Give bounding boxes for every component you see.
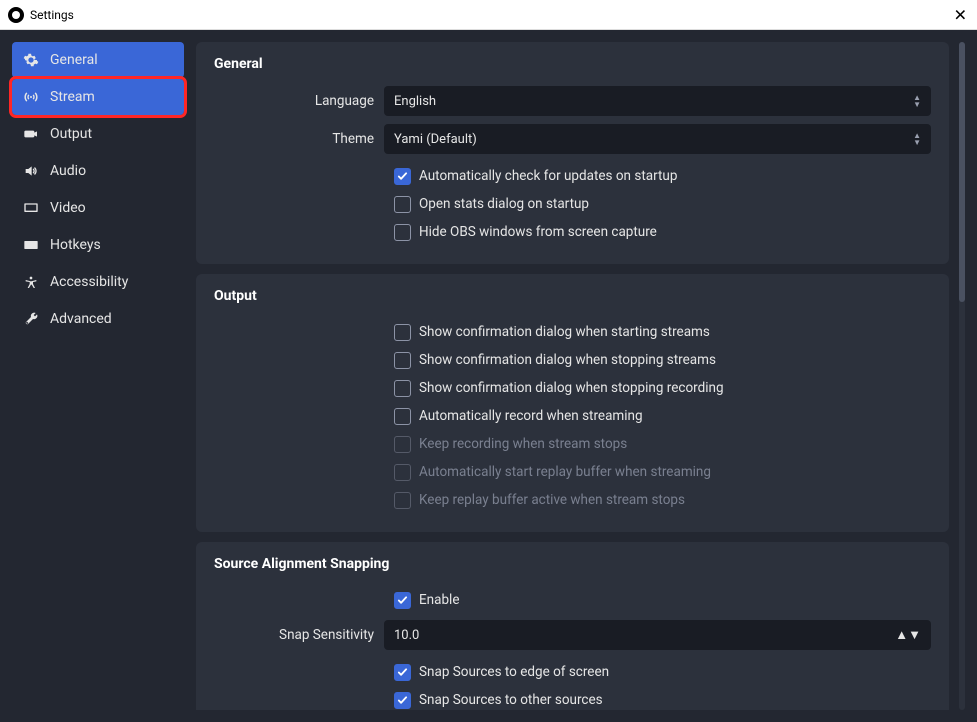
- sidebar-item-label: Accessibility: [50, 274, 128, 290]
- checkbox-confirm-stop-stream[interactable]: [394, 352, 411, 369]
- camcorder-icon: [22, 125, 40, 143]
- label-language: Language: [214, 93, 384, 109]
- row-theme: Theme Yami (Default) ▲▼: [214, 124, 931, 154]
- checkbox-snap-sources[interactable]: [394, 692, 411, 709]
- label-snap-edge: Snap Sources to edge of screen: [419, 664, 609, 680]
- row-confirm-start-stream: Show confirmation dialog when starting s…: [214, 318, 931, 346]
- label-auto-replay-buffer: Automatically start replay buffer when s…: [419, 464, 711, 480]
- row-confirm-stop-recording: Show confirmation dialog when stopping r…: [214, 374, 931, 402]
- monitor-icon: [22, 199, 40, 217]
- snap-sensitivity-value: 10.0: [394, 628, 419, 643]
- group-title-output: Output: [214, 288, 931, 304]
- settings-sidebar: General Stream Output Audio Video Hotkeys Acce…: [12, 42, 184, 710]
- sidebar-item-advanced[interactable]: Advanced: [12, 301, 184, 337]
- app-body: General Stream Output Audio Video Hotkeys Acce…: [0, 30, 977, 722]
- app-icon: [8, 7, 24, 23]
- checkbox-keep-recording: [394, 436, 411, 453]
- sidebar-item-hotkeys[interactable]: Hotkeys: [12, 227, 184, 263]
- group-snapping: Source Alignment Snapping Enable Snap Se…: [196, 542, 949, 710]
- sidebar-item-stream[interactable]: Stream: [12, 79, 184, 115]
- row-hide-windows: Hide OBS windows from screen capture: [214, 218, 931, 246]
- sidebar-item-audio[interactable]: Audio: [12, 153, 184, 189]
- group-output: Output Show confirmation dialog when sta…: [196, 274, 949, 532]
- select-theme-value: Yami (Default): [394, 132, 477, 147]
- close-icon[interactable]: ✕: [954, 5, 967, 24]
- updown-icon: ▲▼: [913, 132, 921, 146]
- label-theme: Theme: [214, 131, 384, 147]
- settings-content: General Language English ▲▼ Theme Yam: [196, 42, 953, 710]
- row-snap-edge: Snap Sources to edge of screen: [214, 658, 931, 686]
- select-language[interactable]: English ▲▼: [384, 86, 931, 116]
- row-snap-enable: Enable: [214, 586, 931, 614]
- checkbox-keep-replay-buffer: [394, 492, 411, 509]
- content-wrap: General Language English ▲▼ Theme Yam: [196, 42, 965, 710]
- checkbox-snap-edge[interactable]: [394, 664, 411, 681]
- sidebar-item-label: Stream: [50, 89, 95, 105]
- sidebar-item-general[interactable]: General: [12, 42, 184, 78]
- checkbox-auto-replay-buffer: [394, 464, 411, 481]
- label-auto-update: Automatically check for updates on start…: [419, 168, 677, 184]
- sidebar-item-video[interactable]: Video: [12, 190, 184, 226]
- label-snap-sources: Snap Sources to other sources: [419, 692, 603, 708]
- checkbox-snap-enable[interactable]: [394, 592, 411, 609]
- group-title-general: General: [214, 56, 931, 72]
- updown-icon: ▲▼: [913, 94, 921, 108]
- select-language-value: English: [394, 94, 436, 109]
- checkbox-auto-record-streaming[interactable]: [394, 408, 411, 425]
- antenna-icon: [22, 88, 40, 106]
- scrollbar-thumb[interactable]: [959, 42, 965, 302]
- row-keep-replay-buffer: Keep replay buffer active when stream st…: [214, 486, 931, 514]
- sidebar-item-label: Advanced: [50, 311, 112, 327]
- label-confirm-stop-recording: Show confirmation dialog when stopping r…: [419, 380, 724, 396]
- accessibility-icon: [22, 273, 40, 291]
- label-snap-sensitivity: Snap Sensitivity: [214, 627, 384, 643]
- sidebar-item-output[interactable]: Output: [12, 116, 184, 152]
- row-confirm-stop-stream: Show confirmation dialog when stopping s…: [214, 346, 931, 374]
- label-confirm-start-stream: Show confirmation dialog when starting s…: [419, 324, 710, 340]
- group-title-snapping: Source Alignment Snapping: [214, 556, 931, 572]
- checkbox-hide-windows[interactable]: [394, 224, 411, 241]
- label-keep-recording: Keep recording when stream stops: [419, 436, 627, 452]
- keyboard-icon: [22, 236, 40, 254]
- label-open-stats: Open stats dialog on startup: [419, 196, 589, 212]
- content-scrollbar[interactable]: [959, 42, 965, 710]
- row-auto-update: Automatically check for updates on start…: [214, 162, 931, 190]
- row-keep-recording: Keep recording when stream stops: [214, 430, 931, 458]
- tools-icon: [22, 310, 40, 328]
- select-theme[interactable]: Yami (Default) ▲▼: [384, 124, 931, 154]
- label-hide-windows: Hide OBS windows from screen capture: [419, 224, 657, 240]
- checkbox-confirm-stop-recording[interactable]: [394, 380, 411, 397]
- group-general: General Language English ▲▼ Theme Yam: [196, 42, 949, 264]
- speaker-icon: [22, 162, 40, 180]
- input-snap-sensitivity[interactable]: 10.0 ▲▼: [384, 620, 931, 650]
- row-snap-sources: Snap Sources to other sources: [214, 686, 931, 710]
- sidebar-item-label: Audio: [50, 163, 86, 179]
- row-open-stats: Open stats dialog on startup: [214, 190, 931, 218]
- checkbox-auto-update[interactable]: [394, 168, 411, 185]
- label-auto-record-streaming: Automatically record when streaming: [419, 408, 643, 424]
- label-keep-replay-buffer: Keep replay buffer active when stream st…: [419, 492, 685, 508]
- titlebar: Settings ✕: [0, 0, 977, 30]
- row-auto-replay-buffer: Automatically start replay buffer when s…: [214, 458, 931, 486]
- sidebar-item-label: General: [50, 52, 98, 68]
- sidebar-item-label: Hotkeys: [50, 237, 101, 253]
- checkbox-confirm-start-stream[interactable]: [394, 324, 411, 341]
- row-auto-record-streaming: Automatically record when streaming: [214, 402, 931, 430]
- sidebar-item-accessibility[interactable]: Accessibility: [12, 264, 184, 300]
- window-title: Settings: [30, 8, 74, 22]
- row-snap-sensitivity: Snap Sensitivity 10.0 ▲▼: [214, 620, 931, 650]
- label-snap-enable: Enable: [419, 592, 460, 608]
- gear-icon: [22, 51, 40, 69]
- updown-icon: ▲▼: [895, 627, 921, 643]
- label-confirm-stop-stream: Show confirmation dialog when stopping s…: [419, 352, 716, 368]
- sidebar-item-label: Video: [50, 200, 86, 216]
- checkbox-open-stats[interactable]: [394, 196, 411, 213]
- row-language: Language English ▲▼: [214, 86, 931, 116]
- sidebar-item-label: Output: [50, 126, 92, 142]
